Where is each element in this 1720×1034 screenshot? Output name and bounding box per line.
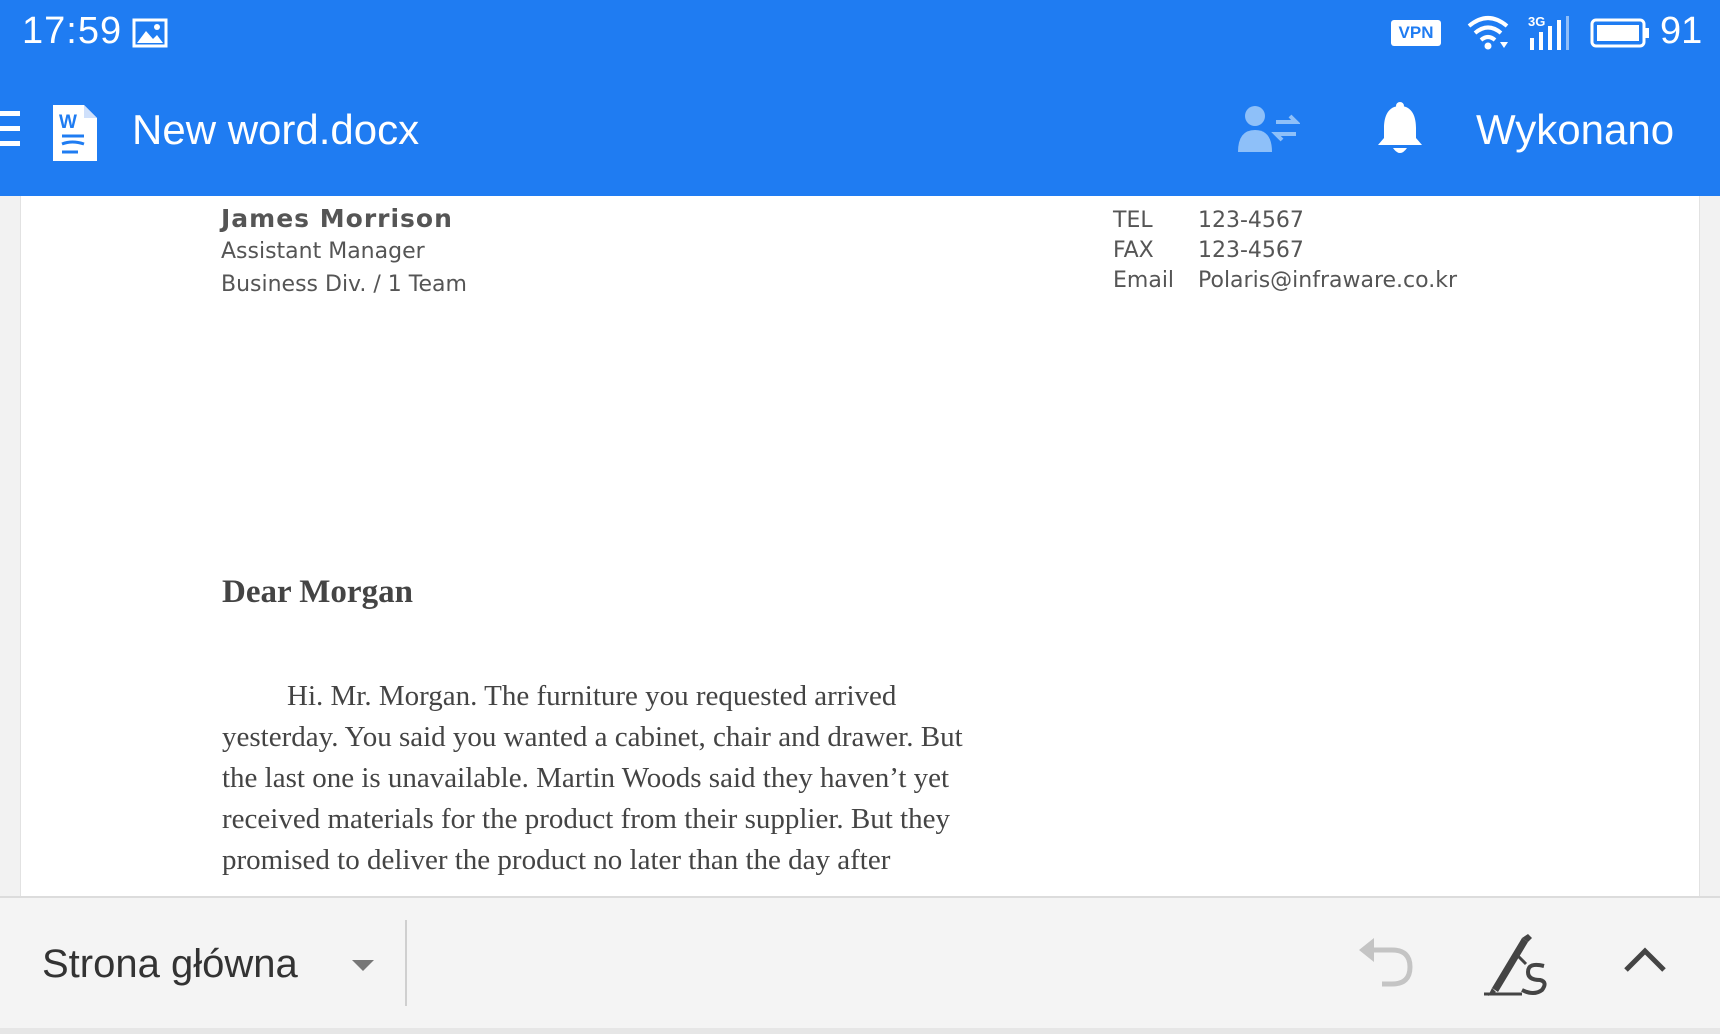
letter-greeting: Dear Morgan [222,574,413,610]
status-bar: 17:59 VPN 3G 91 [0,0,1720,68]
document-title: New word.docx [132,106,420,153]
sender-name: James Morrison [221,204,453,233]
body-line: Hi. Mr. Morgan. The furniture you reques… [287,680,897,712]
share-user-icon[interactable] [1238,104,1300,156]
app-bar: W New word.docx Wykonano [0,68,1720,196]
pen-icon[interactable] [1482,932,1552,998]
sender-position: Assistant Manager [221,239,425,264]
contact-value: 123-4567 [1198,208,1304,233]
status-time: 17:59 [22,10,123,52]
contact-block: TEL 123-4567 FAX 123-4567 Email Polaris@… [1113,208,1457,298]
done-button[interactable]: Wykonano [1476,106,1674,154]
contact-label: Email [1113,268,1175,293]
menu-icon[interactable] [0,109,22,149]
word-document-icon: W [53,105,97,161]
gallery-icon [132,18,168,48]
body-line: received materials for the product from … [222,803,950,835]
bell-icon[interactable] [1375,102,1425,158]
contact-row-tel: TEL 123-4567 [1113,208,1457,238]
contact-label: TEL [1113,208,1153,233]
undo-icon[interactable] [1356,936,1416,988]
body-line: the last one is unavailable. Martin Wood… [222,762,950,794]
bottom-toolbar: Strona główna [0,896,1720,1034]
contact-row-fax: FAX 123-4567 [1113,238,1457,268]
contact-row-email: Email Polaris@infraware.co.kr [1113,268,1457,298]
body-line: yesterday. You said you wanted a cabinet… [222,721,963,753]
collapse-icon[interactable] [1622,944,1668,974]
svg-text:W: W [59,112,77,133]
document-viewport[interactable]: James Morrison Assistant Manager Busines… [0,196,1720,896]
nav-bar-edge [0,1028,1720,1034]
contact-value: Polaris@infraware.co.kr [1198,268,1457,293]
dropdown-caret-icon[interactable] [352,960,374,971]
contact-label: FAX [1113,238,1154,263]
toolbar-divider [405,920,407,1006]
wifi-icon [1467,16,1509,50]
battery-icon [1590,18,1649,48]
battery-level: 91 [1660,10,1703,52]
ribbon-tab-selector[interactable]: Strona główna [42,942,298,987]
signal-icon [1530,16,1569,50]
letter-body: Hi. Mr. Morgan. The furniture you reques… [222,676,1042,881]
document-page[interactable]: James Morrison Assistant Manager Busines… [20,196,1700,896]
vpn-badge: VPN [1391,20,1441,46]
contact-value: 123-4567 [1198,238,1304,263]
sender-block: James Morrison Assistant Manager Busines… [221,204,467,305]
sender-division: Business Div. / 1 Team [221,272,467,297]
body-line: promised to deliver the product no later… [222,844,891,876]
